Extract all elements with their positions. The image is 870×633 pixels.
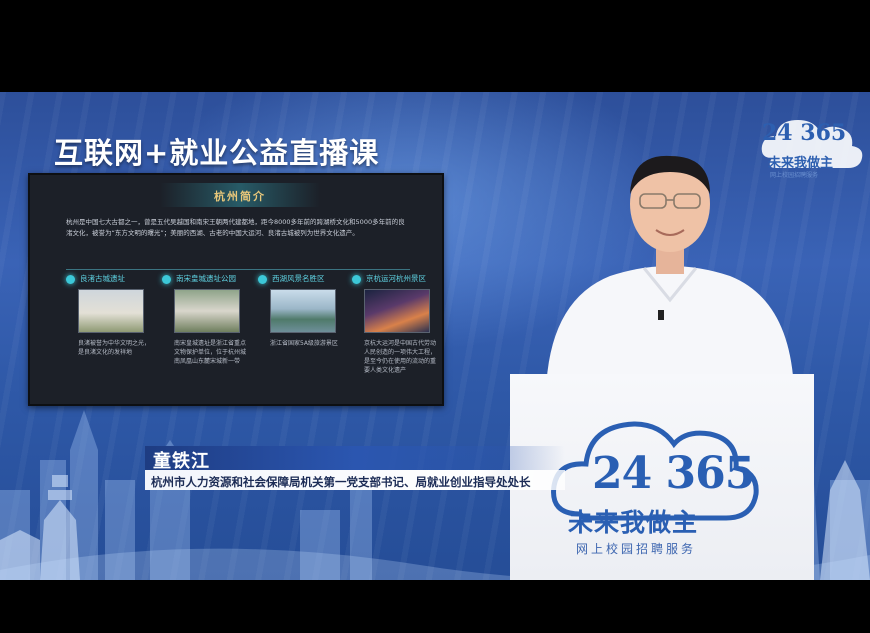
spot-name: 西湖风景名胜区 — [272, 274, 325, 283]
spot-description: 南宋皇城遗址是浙江省重点文物保护单位，位于杭州城南凤凰山东麓宋城新一带 — [174, 340, 247, 365]
letterbox-top — [0, 0, 870, 92]
corner-logo-slogan: 未来我做主 — [768, 156, 834, 171]
spot-name: 良渚古城遗址 — [80, 274, 125, 283]
slide-intro-text: 杭州是中国七大古都之一，曾是五代吴越国和南宋王朝两代建都地，距今8000多年前的… — [66, 218, 405, 237]
corner-logo-service: 网上校园招聘服务 — [770, 172, 819, 179]
podium-logo-slogan: 未来我做主 — [568, 508, 699, 537]
spot-photo — [270, 289, 336, 333]
corner-logo-numbers: 24 365 — [762, 120, 847, 146]
podium-logo-numbers: 24 365 — [592, 448, 755, 499]
spot-name: 京杭运河杭州景区 — [366, 274, 426, 283]
spot-description: 京杭大运河是中国古代劳动人民创造的一项伟大工程，是至今仍在使用的流动的重要人类文… — [364, 340, 437, 374]
presentation-screen: 杭州简介 杭州是中国七大古都之一，曾是五代吴越国和南宋王朝两代建都地，距今800… — [28, 173, 444, 406]
location-pin-icon — [66, 275, 75, 284]
slide-divider — [66, 269, 410, 270]
spot-photo — [78, 289, 144, 333]
spot-name: 南宋皇城遗址公园 — [176, 274, 236, 283]
spot-photo — [174, 289, 240, 333]
spot-description: 浙江省国家5A级旅游景区 — [270, 340, 338, 347]
speaker-figure — [546, 155, 794, 390]
brand-logo-corner: 24 365 未来我做主 网上校园招聘服务 — [758, 112, 866, 186]
podium-logo-service: 网上校园招聘服务 — [576, 542, 697, 556]
spot-photo — [364, 289, 430, 333]
location-pin-icon — [352, 275, 361, 284]
location-pin-icon — [258, 275, 267, 284]
video-frame: 互联网+就业公益直播课 24 365 未来我做主 网上校园招聘服务 杭州简介 杭… — [0, 0, 870, 633]
letterbox-bottom — [0, 580, 870, 633]
speaker-title: 杭州市人力资源和社会保障局机关第一党支部书记、局就业创业指导处处长 — [151, 475, 531, 489]
spot-description: 良渚被誉为中华文明之光，是良渚文化的发祥地 — [78, 340, 151, 356]
program-title: 互联网+就业公益直播课 — [54, 136, 380, 170]
slide-heading-banner: 杭州简介 — [160, 183, 320, 207]
speaker-lower-third: 童铁江 杭州市人力资源和社会保障局机关第一党支部书记、局就业创业指导处处长 — [145, 446, 565, 494]
location-pin-icon — [162, 275, 171, 284]
slide-heading: 杭州简介 — [214, 190, 266, 203]
